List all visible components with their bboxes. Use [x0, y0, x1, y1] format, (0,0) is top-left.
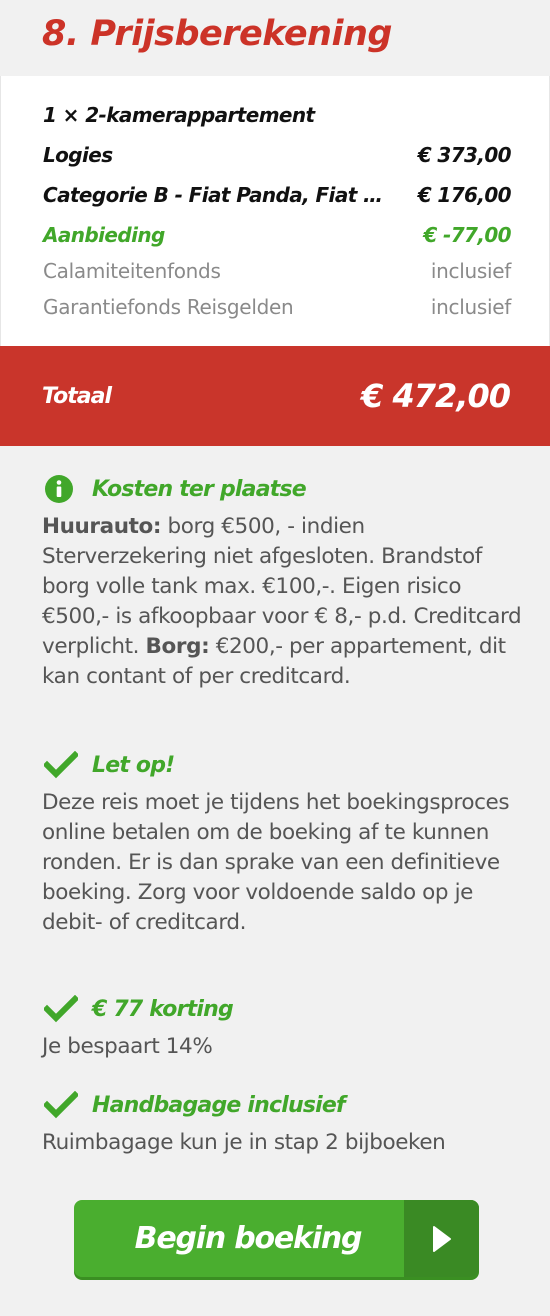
summary-line-guarantee-fund: Garantiefonds Reisgelden inclusief: [43, 292, 511, 322]
page-title: 8. Prijsberekening: [42, 14, 392, 54]
info-icon: [44, 474, 80, 504]
summary-line-label: Logies: [43, 143, 113, 167]
info-block-header: Handbagage inclusief: [42, 1088, 522, 1122]
summary-line-value: inclusief: [430, 259, 511, 283]
summary-line-car: Categorie B - Fiat Panda, Fiat 5… € 176,…: [43, 180, 512, 210]
rental-car-label: Huurauto:: [42, 514, 162, 539]
info-block-text: Huurauto: borg €500, - indien Sterverzek…: [42, 512, 522, 692]
info-block-title: Let op!: [92, 752, 175, 778]
summary-line-label: Categorie B - Fiat Panda, Fiat 5…: [43, 183, 395, 207]
info-block-title: € 77 korting: [92, 996, 234, 1022]
summary-line-accommodation: 1 × 2-kamerappartement: [43, 100, 511, 130]
summary-line-value: € 373,00: [417, 143, 512, 167]
play-arrow-icon: [404, 1200, 479, 1277]
info-panel: Kosten ter plaatse Huurauto: borg €500, …: [0, 446, 550, 1316]
info-block-header: € 77 korting: [42, 992, 522, 1026]
info-block-title: Handbagage inclusief: [92, 1092, 346, 1118]
info-block-discount: € 77 korting Je bespaart 14%: [42, 992, 522, 1062]
info-block-local-costs: Kosten ter plaatse Huurauto: borg €500, …: [42, 472, 522, 692]
summary-line-value: inclusief: [430, 295, 511, 319]
price-summary: 1 × 2-kamerappartement Logies € 373,00 C…: [0, 76, 550, 346]
summary-line-calamity-fund: Calamiteitenfonds inclusief: [43, 256, 511, 286]
check-icon: [44, 994, 80, 1024]
info-block-text: Deze reis moet je tijdens het boekingspr…: [42, 790, 510, 935]
info-block-header: Kosten ter plaatse: [42, 472, 522, 506]
summary-line-offer: Aanbieding € -77,00: [43, 220, 512, 250]
summary-line-value: € 176,00: [417, 183, 512, 207]
check-icon: [44, 1090, 80, 1120]
total-label: Totaal: [42, 383, 112, 409]
section-header: 8. Prijsberekening: [0, 0, 550, 76]
info-block-header: Let op!: [42, 748, 522, 782]
summary-line-logies: Logies € 373,00: [43, 140, 512, 170]
info-block-note: Let op! Deze reis moet je tijdens het bo…: [42, 748, 522, 938]
summary-line-label: Aanbieding: [43, 223, 165, 247]
summary-line-value: € -77,00: [423, 223, 511, 247]
summary-line-label: Garantiefonds Reisgelden: [43, 295, 294, 319]
summary-line-label: Calamiteitenfonds: [43, 259, 221, 283]
check-icon: [44, 750, 80, 780]
summary-line-label: 1 × 2-kamerappartement: [43, 103, 315, 127]
begin-booking-button[interactable]: Begin boeking: [74, 1200, 479, 1277]
info-block-hand-luggage: Handbagage inclusief Ruimbagage kun je i…: [42, 1088, 522, 1158]
total-bar: Totaal € 472,00: [0, 346, 550, 446]
deposit-label: Borg:: [145, 634, 210, 659]
begin-booking-label: Begin boeking: [134, 1221, 363, 1256]
info-block-title: Kosten ter plaatse: [92, 476, 307, 502]
info-block-text: Ruimbagage kun je in stap 2 bijboeken: [42, 1130, 446, 1155]
info-block-text: Je bespaart 14%: [42, 1034, 213, 1059]
total-value: € 472,00: [361, 377, 511, 415]
